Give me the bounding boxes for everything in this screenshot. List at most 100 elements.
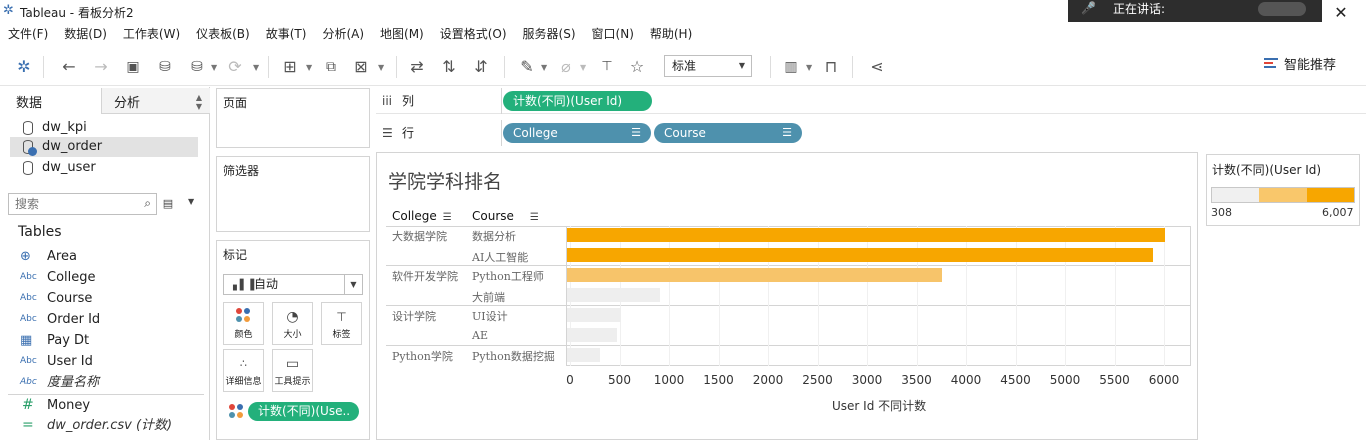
new-datasource-icon[interactable]: ⛁: [154, 56, 176, 78]
course-label[interactable]: Python数据挖掘: [472, 348, 555, 364]
x-tick-label: 1500: [703, 373, 734, 387]
gridline: [718, 226, 720, 366]
bar[interactable]: [567, 308, 622, 322]
show-labels-icon[interactable]: ⊤: [596, 56, 618, 78]
menu-dashboard[interactable]: 仪表板(B): [188, 24, 258, 44]
label-button[interactable]: ⊤ 标签: [321, 302, 362, 345]
menu-worksheet[interactable]: 工作表(W): [115, 24, 188, 44]
menu-format[interactable]: 设置格式(O): [432, 24, 515, 44]
marks-title: 标记: [223, 248, 248, 262]
legend-min-value: 308: [1211, 206, 1232, 219]
list-view-icon[interactable]: ▤: [161, 196, 175, 210]
group-members-icon[interactable]: ⌀: [555, 56, 577, 78]
size-button[interactable]: ◔ 大小: [272, 302, 313, 345]
field-record-count[interactable]: = dw_order.csv (计数): [0, 415, 209, 436]
search-input[interactable]: [9, 194, 129, 214]
x-tick-label: 6000: [1148, 373, 1180, 387]
color-button[interactable]: 颜色: [223, 302, 264, 345]
course-label[interactable]: UI设计: [472, 308, 508, 324]
highlight-icon[interactable]: ✎: [516, 56, 538, 78]
menu-data[interactable]: 数据(D): [56, 24, 115, 44]
clear-sheet-icon[interactable]: ⊠: [350, 56, 372, 78]
pages-card[interactable]: 页面: [216, 88, 370, 148]
course-label[interactable]: AE: [472, 329, 488, 342]
field-course[interactable]: Abc Course: [0, 288, 209, 309]
course-label[interactable]: 数据分析: [472, 228, 516, 244]
tab-data[interactable]: 数据: [0, 88, 100, 114]
gridline: [916, 226, 918, 366]
duplicate-sheet-icon[interactable]: ⧉: [320, 56, 342, 78]
sort-icon[interactable]: ☰: [530, 212, 539, 223]
menu-bar: 文件(F) 数据(D) 工作表(W) 仪表板(B) 故事(T) 分析(A) 地图…: [0, 24, 1366, 44]
pause-updates-icon[interactable]: ⛁: [186, 56, 208, 78]
bar[interactable]: [567, 288, 661, 302]
globe-icon: ⊕: [20, 249, 31, 264]
share-icon[interactable]: ⋖: [866, 56, 888, 78]
college-label[interactable]: Python学院: [392, 348, 453, 364]
menu-story[interactable]: 故事(T): [258, 24, 315, 44]
filters-card[interactable]: 筛选器: [216, 156, 370, 232]
field-order-id[interactable]: Abc Order Id: [0, 309, 209, 330]
bar[interactable]: [567, 328, 617, 342]
color-field-pill[interactable]: 计数(不同)(Use..: [248, 402, 359, 421]
rows-shelf-label: ☰ 行: [376, 120, 502, 146]
bar[interactable]: [567, 248, 1154, 262]
close-icon[interactable]: ✕: [1330, 2, 1352, 22]
course-label[interactable]: Python工程师: [472, 268, 544, 284]
tableau-icon[interactable]: ✲: [13, 56, 35, 78]
tab-analysis[interactable]: 分析 ▲ ▼: [101, 88, 210, 114]
chevron-down-icon[interactable]: ▼: [188, 197, 194, 206]
datasource-dw-order[interactable]: dw_order: [10, 137, 198, 157]
field-college[interactable]: Abc College: [0, 267, 209, 288]
menu-window[interactable]: 窗口(N): [584, 24, 642, 44]
redo-icon[interactable]: →: [90, 56, 112, 78]
bar[interactable]: [567, 228, 1165, 242]
bar[interactable]: [567, 268, 943, 282]
sort-descending-icon[interactable]: ⇵: [470, 56, 492, 78]
fit-select[interactable]: 标准 ▼: [664, 55, 752, 77]
bar[interactable]: [567, 348, 601, 362]
string-type-icon: Abc: [20, 293, 37, 303]
presentation-mode-icon[interactable]: ⊓: [820, 56, 842, 78]
field-measure-names[interactable]: Abc 度量名称: [0, 372, 209, 393]
datasource-dw-user[interactable]: dw_user: [10, 158, 198, 178]
course-label[interactable]: AI人工智能: [472, 249, 528, 265]
datasource-dw-kpi[interactable]: dw_kpi: [10, 118, 198, 138]
rows-pill-college[interactable]: College ☰: [503, 123, 651, 143]
field-money[interactable]: # Money: [0, 395, 209, 416]
menu-file[interactable]: 文件(F): [0, 24, 56, 44]
field-area[interactable]: ⊕ Area: [0, 246, 209, 267]
swap-axes-icon[interactable]: ⇄: [406, 56, 428, 78]
sort-icon[interactable]: ☰: [443, 212, 452, 223]
course-label[interactable]: 大前端: [472, 289, 505, 305]
columns-shelf[interactable]: iii 列 计数(不同)(User Id): [376, 88, 1366, 114]
course-header[interactable]: Course ☰: [472, 209, 539, 223]
rows-shelf[interactable]: ☰ 行 College ☰ Course ☰: [376, 120, 1366, 146]
tooltip-button[interactable]: ▭ 工具提示: [272, 349, 313, 392]
field-user-id[interactable]: Abc User Id: [0, 351, 209, 372]
columns-pill-count-user-id[interactable]: 计数(不同)(User Id): [503, 91, 652, 111]
fix-axes-icon[interactable]: ☆: [626, 56, 648, 78]
save-icon[interactable]: ▣: [122, 56, 144, 78]
field-pay-dt[interactable]: ▦ Pay Dt: [0, 330, 209, 351]
college-header[interactable]: College ☰: [392, 209, 452, 223]
rows-pill-course[interactable]: Course ☰: [654, 123, 802, 143]
mark-type-select[interactable]: ▖▌▐ 自动 ▼: [223, 274, 363, 295]
field-search[interactable]: ⌕: [8, 193, 157, 215]
menu-analysis[interactable]: 分析(A): [314, 24, 372, 44]
number-type-icon: #: [22, 397, 34, 413]
college-label[interactable]: 设计学院: [392, 308, 436, 324]
college-label[interactable]: 软件开发学院: [392, 268, 458, 284]
college-label[interactable]: 大数据学院: [392, 228, 447, 244]
columns-shelf-label: iii 列: [376, 88, 502, 114]
smart-recommend-button[interactable]: 智能推荐: [1264, 56, 1336, 76]
refresh-icon[interactable]: ⟳: [224, 56, 246, 78]
menu-help[interactable]: 帮助(H): [642, 24, 700, 44]
sort-ascending-icon[interactable]: ⇅: [438, 56, 460, 78]
undo-icon[interactable]: ←: [58, 56, 80, 78]
menu-map[interactable]: 地图(M): [372, 24, 432, 44]
detail-button[interactable]: ∴ 详细信息: [223, 349, 264, 392]
show-cards-icon[interactable]: ▥: [780, 56, 802, 78]
new-worksheet-icon[interactable]: ⊞: [279, 56, 301, 78]
menu-server[interactable]: 服务器(S): [515, 24, 584, 44]
